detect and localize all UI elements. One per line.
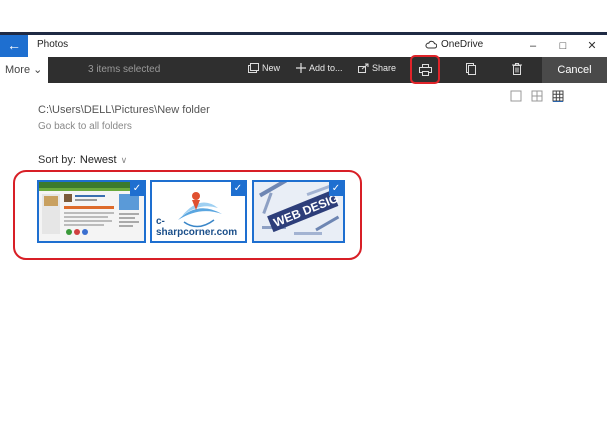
close-button[interactable]: ✕ xyxy=(577,37,607,55)
more-menu-button[interactable]: More ⌄ xyxy=(0,57,48,83)
back-arrow-icon: ← xyxy=(7,37,21,53)
copy-icon xyxy=(466,63,476,75)
delete-icon xyxy=(512,63,522,75)
thumbnail-caption: c-sharpcorner.com xyxy=(156,216,238,238)
go-back-link[interactable]: Go back to all folders xyxy=(38,121,132,132)
print-button[interactable] xyxy=(410,55,440,84)
cloud-icon xyxy=(425,40,437,49)
photo-thumbnail-1[interactable]: ✓ xyxy=(37,180,146,243)
new-button[interactable]: New xyxy=(248,63,280,73)
new-label: New xyxy=(262,63,281,73)
share-icon xyxy=(358,63,369,73)
photo-thumbnail-3[interactable]: WEB DESIG ✓ xyxy=(252,180,345,243)
onedrive-label: OneDrive xyxy=(441,39,484,50)
delete-button[interactable] xyxy=(512,63,522,75)
chevron-down-icon: ∨ xyxy=(120,155,128,165)
title-bar: ← Photos OneDrive – □ ✕ xyxy=(0,35,607,57)
back-button[interactable]: ← xyxy=(0,35,28,57)
app-title: Photos xyxy=(37,39,69,50)
command-bar: 3 items selected New Add to... Share Can… xyxy=(48,55,607,84)
copy-button[interactable] xyxy=(466,63,476,75)
grid-view-icon[interactable] xyxy=(531,90,543,102)
checkmark-icon[interactable]: ✓ xyxy=(130,182,144,196)
checkmark-icon[interactable]: ✓ xyxy=(231,182,245,196)
sort-by-value: Newest xyxy=(79,154,117,166)
share-button[interactable]: Share xyxy=(358,63,396,73)
new-album-icon xyxy=(248,63,259,73)
folder-path: C:\Users\DELL\Pictures\New folder xyxy=(38,104,210,116)
maximize-button[interactable]: □ xyxy=(548,37,578,55)
cancel-button[interactable]: Cancel xyxy=(542,57,607,83)
add-to-button[interactable]: Add to... xyxy=(296,63,343,73)
dense-grid-icon[interactable] xyxy=(552,90,564,102)
single-view-icon[interactable] xyxy=(510,90,522,102)
view-toggle-group xyxy=(510,90,564,102)
top-blank-area xyxy=(0,0,607,32)
sort-by-control[interactable]: Sort by: Newest ∨ xyxy=(38,154,127,166)
checkmark-icon[interactable]: ✓ xyxy=(329,182,343,196)
minimize-button[interactable]: – xyxy=(518,37,548,55)
selection-count: 3 items selected xyxy=(88,64,161,75)
screenshot-thumbnail xyxy=(39,182,144,241)
print-icon xyxy=(418,63,432,76)
add-icon xyxy=(296,63,306,73)
share-label: Share xyxy=(372,63,397,73)
onedrive-button[interactable]: OneDrive xyxy=(425,39,483,50)
add-to-label: Add to... xyxy=(309,63,343,73)
sort-by-label: Sort by: xyxy=(38,154,76,166)
photo-thumbnail-2[interactable]: c-sharpcorner.com ✓ xyxy=(150,180,247,243)
